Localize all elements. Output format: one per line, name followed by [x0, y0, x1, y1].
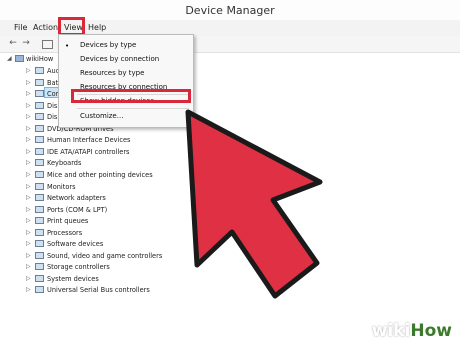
pointer-arrow-icon — [185, 109, 323, 299]
watermark-wiki: wiki — [371, 321, 411, 341]
watermark-how: How — [410, 321, 452, 341]
wikihow-watermark: wikiHow — [372, 321, 452, 341]
